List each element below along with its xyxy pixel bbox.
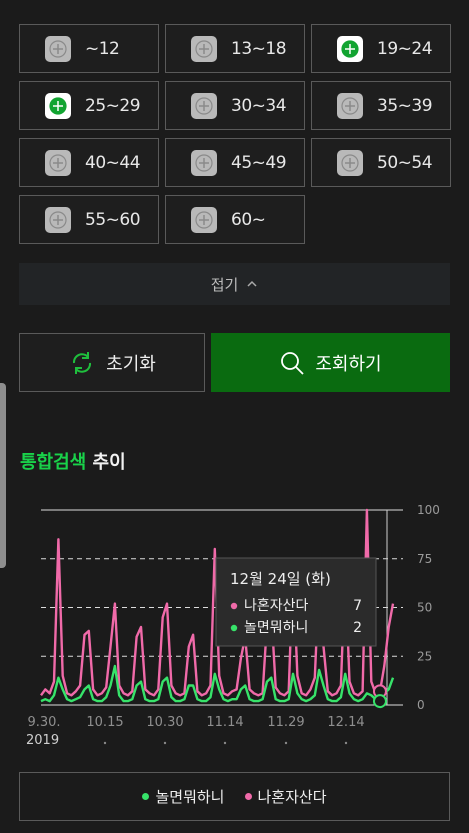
y-tick-label: 100 bbox=[417, 503, 440, 517]
x-tick-label: 11.14 bbox=[206, 715, 243, 730]
y-tick-label: 0 bbox=[417, 698, 425, 712]
age-option-label: 35~39 bbox=[377, 95, 433, 116]
legend-dot-pink bbox=[244, 793, 252, 800]
x-tick-label: 11.29 bbox=[267, 715, 304, 730]
plus-icon bbox=[45, 206, 71, 233]
age-option-button[interactable]: 25~29 bbox=[19, 81, 159, 130]
chevron-up-icon bbox=[247, 280, 257, 287]
search-icon bbox=[281, 351, 305, 375]
age-option-button[interactable]: 30~34 bbox=[165, 81, 305, 130]
plus-icon bbox=[45, 35, 71, 62]
plus-checked-icon bbox=[337, 35, 363, 62]
y-tick-label: 50 bbox=[417, 601, 432, 615]
age-option-button[interactable]: 40~44 bbox=[19, 138, 159, 187]
plus-icon bbox=[337, 149, 363, 176]
search-label: 조회하기 bbox=[315, 353, 382, 375]
x-tick-dot bbox=[344, 741, 348, 745]
reset-label: 초기화 bbox=[106, 353, 156, 375]
age-option-label: 60~ bbox=[231, 209, 266, 230]
age-option-button[interactable]: 60~ bbox=[165, 195, 305, 244]
search-button[interactable]: 조회하기 bbox=[211, 333, 450, 392]
plus-checked-icon bbox=[45, 92, 71, 119]
x-year-label: 2019 bbox=[26, 733, 59, 748]
plus-icon bbox=[191, 35, 217, 62]
age-option-button[interactable]: 45~49 bbox=[165, 138, 305, 187]
age-option-label: 13~18 bbox=[231, 38, 287, 59]
legend-label-green: 놀면뭐하니 bbox=[155, 788, 225, 806]
refresh-icon bbox=[73, 351, 92, 374]
tooltip-series-name: 놀면뭐하니 bbox=[244, 620, 308, 636]
x-tick-label: 12.14 bbox=[327, 715, 364, 730]
reset-button[interactable]: 초기화 bbox=[19, 333, 205, 392]
plus-icon bbox=[191, 149, 217, 176]
tooltip-series-name: 나혼자산다 bbox=[244, 598, 309, 614]
section-title-green: 통합검색 bbox=[20, 452, 87, 473]
age-option-button[interactable]: ~12 bbox=[19, 24, 159, 73]
x-tick-dot bbox=[223, 741, 227, 745]
tooltip-value: 2 bbox=[353, 620, 362, 636]
age-option-label: 40~44 bbox=[85, 152, 141, 173]
legend-item-pink[interactable]: 나혼자산다 bbox=[244, 786, 327, 807]
plus-icon bbox=[191, 92, 217, 119]
age-option-button[interactable]: 19~24 bbox=[311, 24, 451, 73]
trend-chart[interactable]: 0 25 50 75 100 9.30. 10.15 10.30 11.14 11.29 12.14… bbox=[0, 500, 469, 755]
age-filter-grid: ~12 13~18 19~24 25~29 30~34 35~39 40~44 45~49 50… bbox=[19, 24, 451, 244]
cursor-point-1 bbox=[372, 694, 387, 709]
x-tick-dot bbox=[103, 741, 107, 745]
tooltip-dot bbox=[230, 602, 238, 610]
cropped-heading: ━━━━━━━ bbox=[22, 0, 81, 6]
age-option-label: ~12 bbox=[85, 38, 120, 59]
x-tick-dot bbox=[163, 741, 167, 745]
age-option-label: 30~34 bbox=[231, 95, 287, 116]
plus-icon bbox=[45, 149, 71, 176]
fold-button[interactable]: 접기 bbox=[19, 263, 450, 305]
legend-label-pink: 나혼자산다 bbox=[257, 788, 327, 806]
fold-label: 접기 bbox=[210, 275, 239, 294]
x-tick-label: 9.30. bbox=[27, 715, 60, 730]
tooltip-date: 12월 24일 (화) bbox=[230, 570, 331, 588]
age-option-button[interactable]: 55~60 bbox=[19, 195, 159, 244]
x-tick-dot bbox=[284, 741, 288, 745]
y-tick-label: 75 bbox=[417, 552, 432, 566]
x-tick-label: 10.15 bbox=[86, 715, 123, 730]
section-title: 통합검색 추이 bbox=[20, 448, 126, 474]
age-option-button[interactable]: 50~54 bbox=[311, 138, 451, 187]
legend-item-green[interactable]: 놀면뭐하니 bbox=[142, 786, 225, 807]
section-title-white: 추이 bbox=[92, 452, 126, 473]
tooltip-dot bbox=[230, 624, 238, 632]
age-option-label: 55~60 bbox=[85, 209, 141, 230]
age-option-label: 50~54 bbox=[377, 152, 433, 173]
plus-icon bbox=[191, 206, 217, 233]
y-tick-label: 25 bbox=[417, 649, 432, 663]
age-option-button[interactable]: 13~18 bbox=[165, 24, 305, 73]
age-option-label: 45~49 bbox=[231, 152, 287, 173]
chart-legend: 놀면뭐하니 나혼자산다 bbox=[19, 772, 450, 821]
age-option-label: 25~29 bbox=[85, 95, 141, 116]
x-tick-label: 10.30 bbox=[146, 715, 183, 730]
age-option-label: 19~24 bbox=[377, 38, 433, 59]
tooltip-value: 7 bbox=[353, 598, 362, 614]
age-option-button[interactable]: 35~39 bbox=[311, 81, 451, 130]
plus-icon bbox=[337, 92, 363, 119]
legend-dot-green bbox=[142, 793, 150, 800]
